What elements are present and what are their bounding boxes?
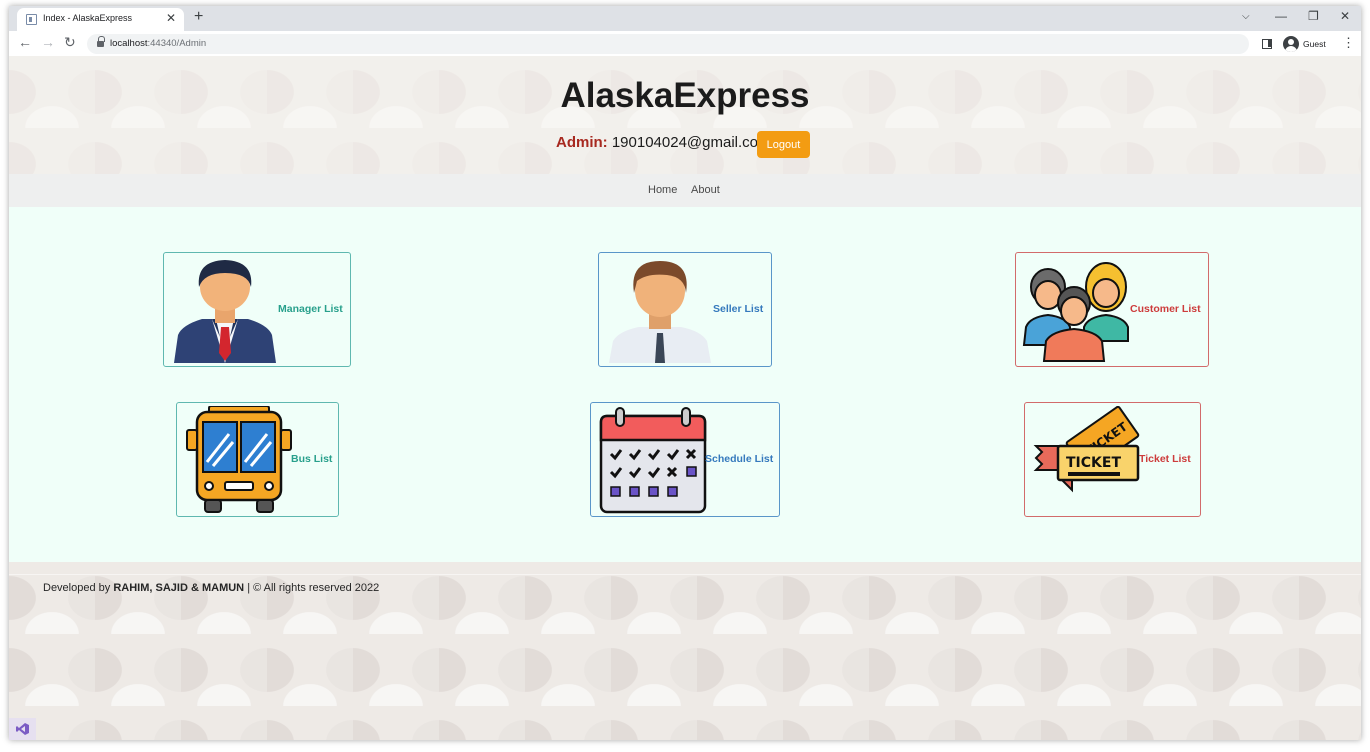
reload-icon[interactable]: ↻ [64,34,76,51]
navbar: Home About [9,174,1361,207]
seller-icon [609,261,711,363]
site-title: AlaskaExpress [560,76,810,115]
nav-about-link[interactable]: About [691,184,720,196]
back-icon[interactable]: ← [18,34,32,50]
admin-info: Admin: 190104024@gmail.com [556,134,771,151]
ticket-icon: TICKET TICKET [1033,406,1140,493]
calendar-icon [599,407,707,514]
logout-button[interactable]: Logout [757,131,810,158]
browser-tab[interactable]: Index - AlaskaExpress ✕ [17,8,184,31]
minimize-icon[interactable]: — [1275,9,1287,23]
browser-toolbar: ← → ↻ localhost:44340/Admin Guest ⋮ [9,31,1361,56]
seller-list-label: Seller List [713,303,764,315]
footer-authors: RAHIM, SAJID & MAMUN [113,582,245,594]
customer-group-icon [1022,262,1129,362]
tab-search-icon[interactable]: ⌵ [1242,11,1250,22]
tab-title: Index - AlaskaExpress [43,13,133,23]
footer-credits: Developed by RAHIM, SAJID & MAMUN | © Al… [43,582,380,594]
seller-list-card[interactable]: Seller List [598,252,772,367]
browser-window: Index - AlaskaExpress ✕ + ⌵ — ❐ ✕ ← → ↻ … [9,6,1361,740]
address-bar[interactable]: localhost:44340/Admin [87,34,1249,54]
manager-list-card[interactable]: Manager List [163,252,351,367]
manager-icon [174,260,276,363]
page-icon [26,14,37,25]
admin-label: Admin: [556,134,608,151]
admin-email: 190104024@gmail.com [611,134,771,151]
close-window-icon[interactable]: ✕ [1340,9,1350,23]
close-tab-icon[interactable]: ✕ [166,11,176,25]
page-header: AlaskaExpress Admin: 190104024@gmail.com… [9,56,1361,174]
forward-icon[interactable]: → [41,34,55,50]
lock-icon [97,36,105,47]
ticket-list-card[interactable]: TICKET TICKET Ticket List [1024,402,1201,517]
customer-list-label: Customer List [1130,303,1201,315]
url-text: localhost:44340/Admin [110,38,207,49]
customer-list-card[interactable]: Customer List [1015,252,1209,367]
ticket-list-label: Ticket List [1139,453,1191,465]
bus-list-card[interactable]: Bus List [176,402,339,517]
bus-icon [186,406,292,513]
browser-link-badge[interactable] [9,718,36,740]
restore-icon[interactable]: ❐ [1308,9,1319,23]
visual-studio-icon [16,723,29,735]
admin-dashboard: Manager List Seller List Customer List B… [9,207,1361,562]
bus-list-label: Bus List [291,453,333,465]
profile-button[interactable]: Guest [1281,34,1337,54]
side-panel-icon[interactable] [1262,39,1272,49]
tab-strip: Index - AlaskaExpress ✕ + ⌵ — ❐ ✕ [9,6,1361,31]
menu-icon[interactable]: ⋮ [1342,35,1355,51]
avatar-icon [1283,36,1299,52]
nav-home-link[interactable]: Home [648,184,677,196]
new-tab-icon[interactable]: + [194,8,203,26]
page-footer: Developed by RAHIM, SAJID & MAMUN | © Al… [9,562,1361,740]
schedule-list-label: Schedule List [705,453,774,465]
schedule-list-card[interactable]: Schedule List [590,402,780,517]
profile-label: Guest [1303,39,1326,49]
svg-text:TICKET: TICKET [1066,455,1121,471]
manager-list-label: Manager List [278,303,343,315]
page: AlaskaExpress Admin: 190104024@gmail.com… [9,56,1361,740]
